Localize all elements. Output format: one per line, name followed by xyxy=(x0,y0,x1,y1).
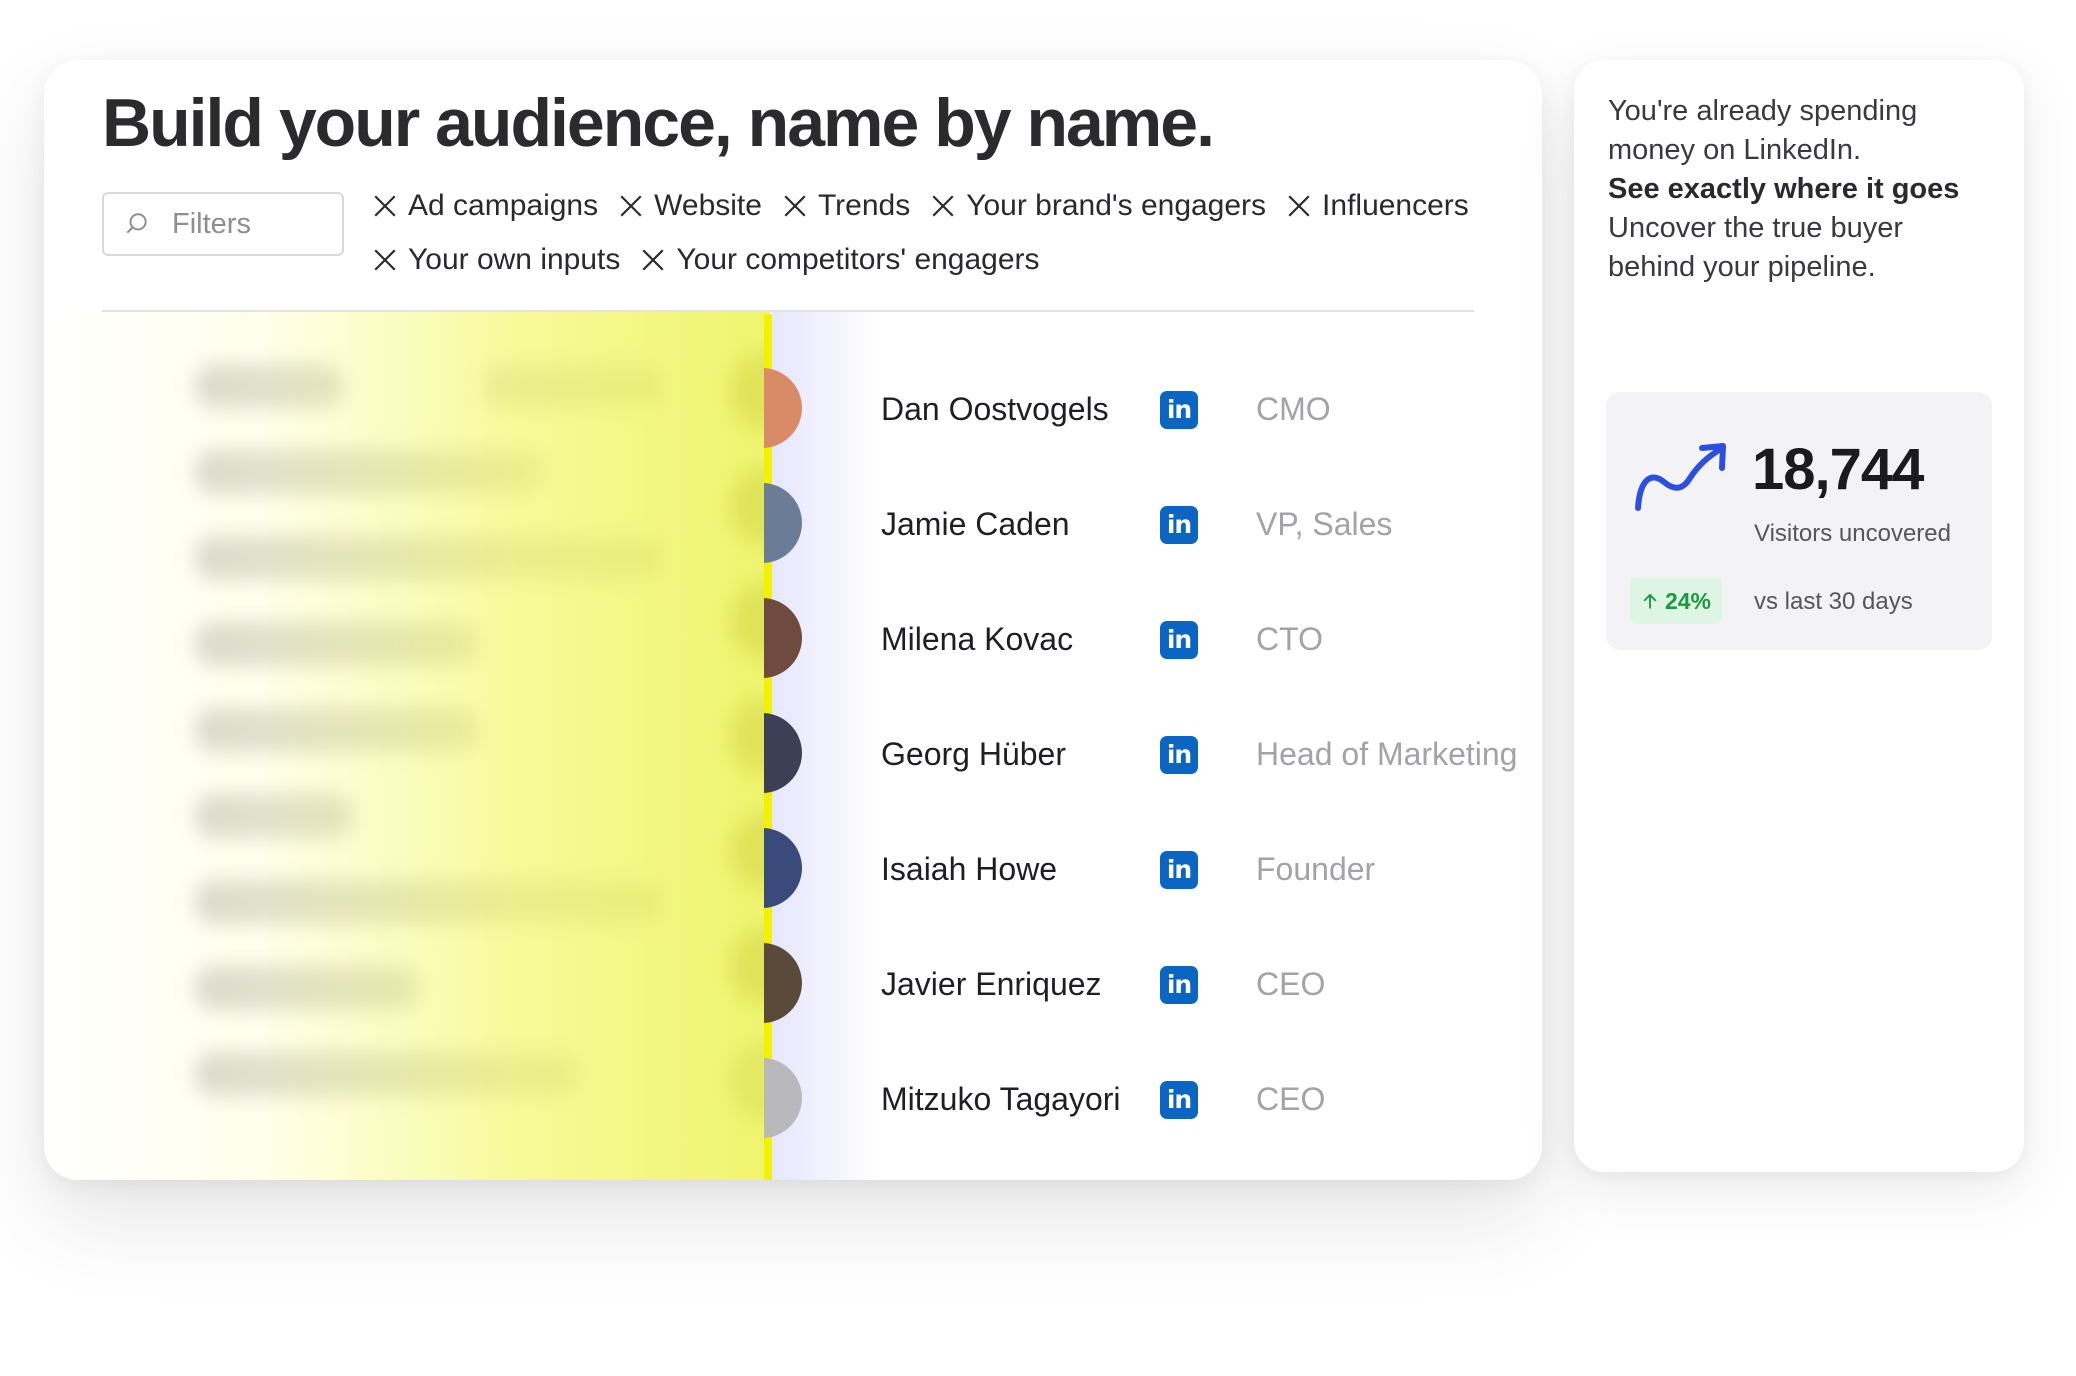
chip-own-inputs[interactable]: Your own inputs xyxy=(372,238,620,282)
chip-influencers[interactable]: Influencers xyxy=(1286,184,1469,228)
chip-brand-engagers[interactable]: Your brand's engagers xyxy=(930,184,1266,228)
search-icon xyxy=(126,213,147,234)
list-item[interactable]: Georg Hüber in Head of Marketing xyxy=(764,697,1532,812)
visitors-stat-card: 18,744 Visitors uncovered 24% vs last 30… xyxy=(1606,392,1992,650)
avatar xyxy=(764,483,802,563)
linkedin-icon[interactable]: in xyxy=(1160,735,1198,774)
person-role: CEO xyxy=(1256,1081,1326,1117)
chip-label: Trends xyxy=(817,189,911,222)
arrow-up-icon xyxy=(1643,593,1657,609)
page-title: Build your audience, name by name. xyxy=(102,85,1215,161)
highlight-wash xyxy=(44,312,770,1180)
list-item[interactable]: Milena Kovac in CTO xyxy=(764,582,1532,697)
list-item[interactable]: Jamie Caden in VP, Sales xyxy=(764,467,1532,582)
insight-line: money on LinkedIn. xyxy=(1608,134,1862,166)
insight-card: You're already spending money on LinkedI… xyxy=(1574,60,2024,1172)
person-role: Head of Marketing xyxy=(1256,736,1518,772)
chip-label: Website xyxy=(654,189,762,222)
person-role: VP, Sales xyxy=(1256,506,1393,542)
audience-card: Build your audience, name by name. Ad ca… xyxy=(44,60,1542,1180)
delta-value: 24% xyxy=(1664,587,1712,614)
person-role: Founder xyxy=(1256,851,1376,887)
list-item[interactable]: Javier Enriquez in CEO xyxy=(764,927,1532,1042)
filters-search[interactable] xyxy=(102,192,344,256)
list-item[interactable]: Isaiah Howe in Founder xyxy=(764,812,1532,927)
linkedin-icon[interactable]: in xyxy=(1160,850,1198,889)
close-icon[interactable] xyxy=(930,193,956,219)
insight-line: You're already spending xyxy=(1608,95,1918,127)
avatar xyxy=(764,1058,802,1138)
avatar xyxy=(764,368,802,448)
visitors-label: Visitors uncovered xyxy=(1754,520,1951,547)
person-role: CTO xyxy=(1256,621,1323,657)
linkedin-icon[interactable]: in xyxy=(1160,620,1198,659)
visitors-count: 18,744 xyxy=(1752,437,1924,502)
person-role: CMO xyxy=(1256,391,1331,427)
close-icon[interactable] xyxy=(640,247,666,273)
people-list: Dan Oostvogels in CMO Jamie Caden in VP,… xyxy=(764,352,1532,1157)
person-role: CEO xyxy=(1256,966,1326,1002)
chip-label: Your competitors' engagers xyxy=(676,243,1040,276)
filters-input[interactable] xyxy=(172,207,322,241)
person-name: Georg Hüber xyxy=(881,736,1066,772)
close-icon[interactable] xyxy=(1286,193,1312,219)
chip-label: Ad campaigns xyxy=(408,189,599,222)
list-item[interactable]: Dan Oostvogels in CMO xyxy=(764,352,1532,467)
delta-period-label: vs last 30 days xyxy=(1754,588,1913,615)
trend-up-icon xyxy=(1635,443,1726,511)
chip-website[interactable]: Website xyxy=(618,184,762,228)
chip-label: Your brand's engagers xyxy=(966,189,1267,222)
person-name: Javier Enriquez xyxy=(881,966,1102,1002)
linkedin-icon[interactable]: in xyxy=(1160,390,1198,429)
chip-competitors-engagers[interactable]: Your competitors' engagers xyxy=(640,238,1040,282)
person-name: Milena Kovac xyxy=(881,621,1074,657)
insight-text: You're already spending money on LinkedI… xyxy=(1608,92,2008,287)
chip-ad-campaigns[interactable]: Ad campaigns xyxy=(372,184,598,228)
close-icon[interactable] xyxy=(372,193,398,219)
avatar xyxy=(764,598,802,678)
chip-label: Influencers xyxy=(1322,189,1469,222)
avatar xyxy=(764,713,802,793)
list-item[interactable]: Mitzuko Tagayori in CEO xyxy=(764,1042,1532,1157)
delta-badge: 24% xyxy=(1630,578,1722,624)
avatar xyxy=(764,943,802,1023)
close-icon[interactable] xyxy=(618,193,644,219)
insight-line: behind your pipeline. xyxy=(1608,251,1876,283)
linkedin-icon[interactable]: in xyxy=(1160,505,1198,544)
person-name: Isaiah Howe xyxy=(881,851,1058,887)
person-name: Mitzuko Tagayori xyxy=(881,1081,1121,1117)
person-name: Dan Oostvogels xyxy=(881,391,1109,427)
linkedin-icon[interactable]: in xyxy=(1160,965,1198,1004)
person-name: Jamie Caden xyxy=(881,506,1070,542)
linkedin-icon[interactable]: in xyxy=(1160,1080,1198,1119)
avatar xyxy=(764,828,802,908)
chip-label: Your own inputs xyxy=(408,243,621,276)
close-icon[interactable] xyxy=(782,193,808,219)
insight-headline: See exactly where it goes xyxy=(1608,173,1960,205)
chip-trends[interactable]: Trends xyxy=(782,184,910,228)
insight-line: Uncover the true buyer xyxy=(1608,212,1903,244)
close-icon[interactable] xyxy=(372,247,398,273)
filter-chips: Ad campaigns Website Trends Your brand's… xyxy=(372,184,1522,282)
